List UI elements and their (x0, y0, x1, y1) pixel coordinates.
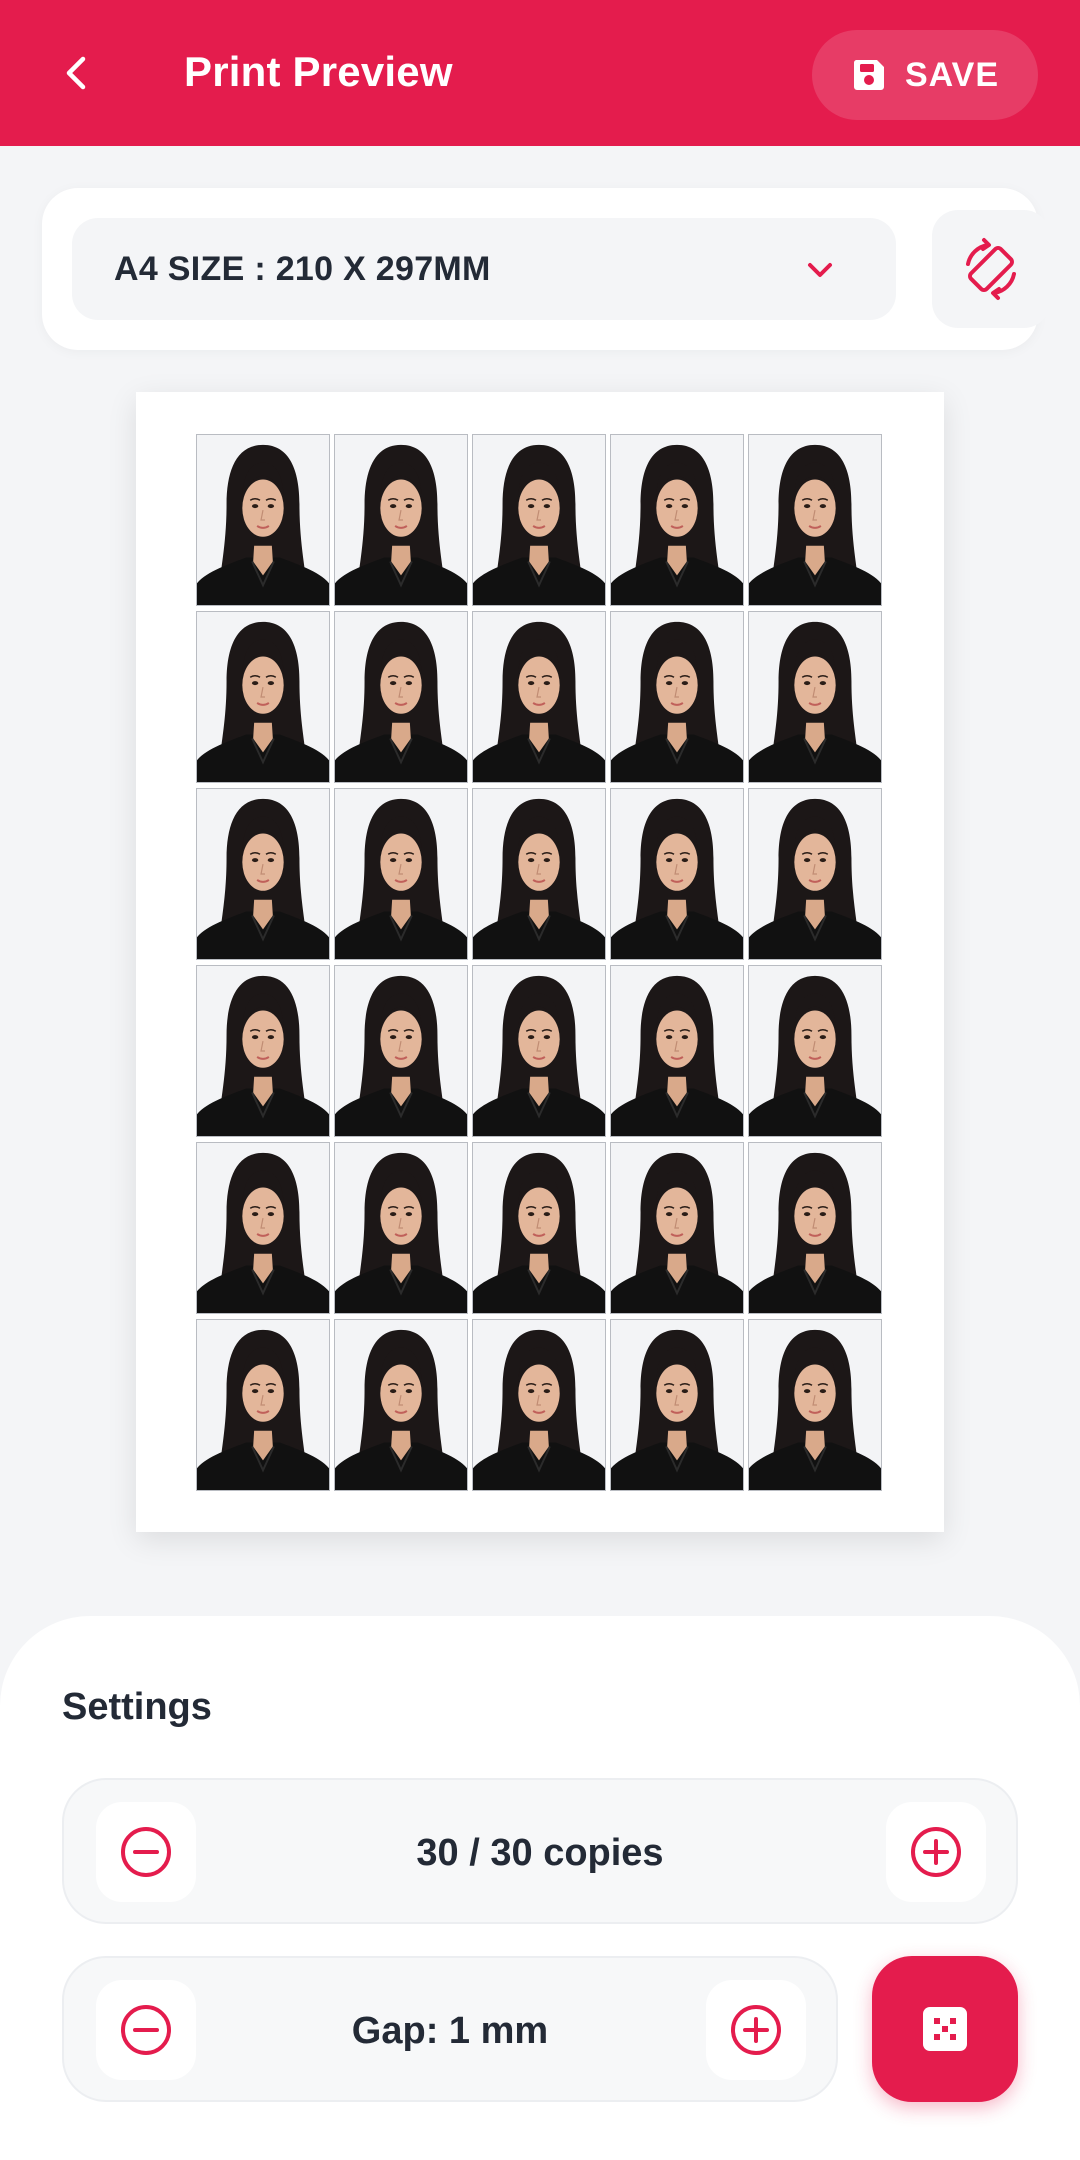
settings-title: Settings (62, 1686, 212, 1728)
passport-photo (748, 965, 882, 1137)
chevron-left-icon (66, 56, 86, 90)
back-button[interactable] (44, 40, 110, 106)
passport-photo (748, 788, 882, 960)
passport-photo (472, 965, 606, 1137)
passport-photo (610, 1142, 744, 1314)
app-header: Print Preview SAVE (0, 0, 1080, 146)
passport-photo (748, 1142, 882, 1314)
paper-size-card: A4 SIZE : 210 X 297MM (42, 188, 1050, 350)
print-preview-paper (136, 392, 944, 1532)
paper-size-dropdown[interactable]: A4 SIZE : 210 X 297MM (72, 218, 896, 320)
passport-photo (334, 1142, 468, 1314)
passport-photo (334, 434, 468, 606)
passport-photo (610, 434, 744, 606)
minus-circle-icon (121, 2005, 171, 2055)
passport-photo (334, 611, 468, 783)
rotate-orientation-button[interactable] (932, 210, 1050, 328)
passport-photo (196, 1142, 330, 1314)
passport-photo (196, 788, 330, 960)
gap-value: Gap: 1 mm (351, 2010, 549, 2052)
passport-photo (610, 788, 744, 960)
photo-grid (196, 434, 882, 1491)
passport-photo (334, 1319, 468, 1491)
save-label: SAVE (904, 55, 1000, 94)
decrease-gap-button[interactable] (96, 1980, 196, 2080)
passport-photo (610, 1319, 744, 1491)
increase-gap-button[interactable] (706, 1980, 806, 2080)
layout-grid-button[interactable] (872, 1956, 1018, 2102)
passport-photo (472, 788, 606, 960)
grid-layout-icon (923, 2007, 967, 2051)
passport-photo (196, 965, 330, 1137)
passport-photo (196, 434, 330, 606)
passport-photo (610, 611, 744, 783)
passport-photo (748, 611, 882, 783)
passport-photo (610, 965, 744, 1137)
minus-circle-icon (121, 1827, 171, 1877)
passport-photo (472, 611, 606, 783)
passport-photo (472, 1142, 606, 1314)
page-title: Print Preview (184, 48, 453, 95)
plus-circle-icon (731, 2005, 781, 2055)
passport-photo (334, 788, 468, 960)
passport-photo (748, 1319, 882, 1491)
increase-copies-button[interactable] (886, 1802, 986, 1902)
plus-circle-icon (911, 1827, 961, 1877)
passport-photo (196, 1319, 330, 1491)
decrease-copies-button[interactable] (96, 1802, 196, 1902)
paper-size-label: A4 SIZE : 210 X 297MM (114, 250, 491, 288)
settings-panel: Settings 30 / 30 copies Gap: 1 mm (0, 1616, 1080, 2160)
passport-photo (748, 434, 882, 606)
gap-stepper: Gap: 1 mm (62, 1956, 838, 2102)
copies-stepper: 30 / 30 copies (62, 1778, 1018, 1924)
chevron-down-icon (808, 263, 832, 277)
copies-count: 30 / 30 copies (416, 1832, 664, 1874)
passport-photo (334, 965, 468, 1137)
rotate-orientation-icon (966, 238, 1016, 300)
passport-photo (472, 1319, 606, 1491)
save-button[interactable]: SAVE (812, 30, 1038, 120)
passport-photo (472, 434, 606, 606)
passport-photo (196, 611, 330, 783)
floppy-disk-icon (853, 60, 884, 90)
